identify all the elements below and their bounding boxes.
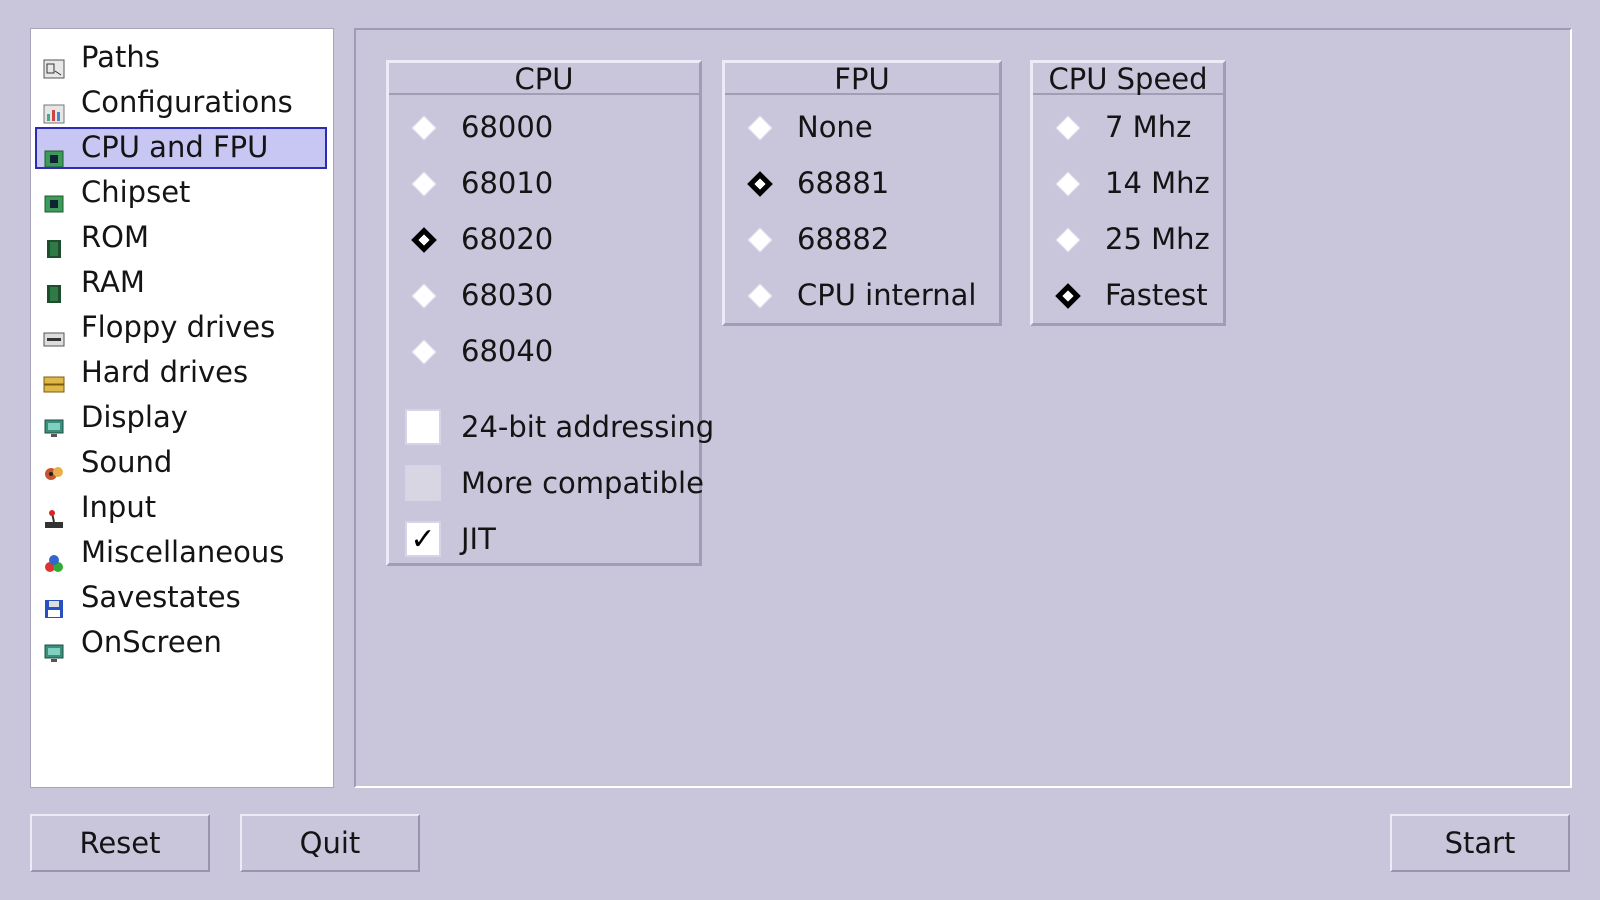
paths-icon: [43, 47, 65, 79]
radio-button[interactable]: [1055, 171, 1081, 197]
sidebar-item-floppy-drives[interactable]: Floppy drives: [31, 305, 333, 350]
radio-button-selected[interactable]: [411, 227, 437, 253]
sidebar-item-label: Floppy drives: [81, 310, 276, 344]
sidebar-item-label: Display: [81, 400, 188, 434]
option-label: 68040: [461, 334, 554, 368]
radio-button[interactable]: [1055, 115, 1081, 141]
misc-icon: [43, 542, 65, 572]
quit-button[interactable]: Quit: [240, 814, 420, 872]
cpu-speed-group: CPU Speed 7 Mhz 14 Mhz 25 Mhz Fastest: [1030, 60, 1226, 326]
sidebar-item-label: Hard drives: [81, 355, 249, 389]
checkbox-label: 24-bit addressing: [461, 410, 715, 444]
radio-button[interactable]: [1055, 227, 1081, 253]
radio-button[interactable]: [411, 115, 437, 141]
checkmark-icon: ✓: [410, 522, 436, 557]
sidebar-item-label: Miscellaneous: [81, 535, 285, 569]
radio-button[interactable]: [411, 283, 437, 309]
hard-drive-icon: [43, 362, 65, 393]
checkbox-label: More compatible: [461, 466, 704, 500]
sidebar-item-sound[interactable]: Sound: [31, 440, 333, 485]
option-label: 14 Mhz: [1105, 166, 1210, 200]
reset-button[interactable]: Reset: [30, 814, 210, 872]
sidebar-item-onscreen[interactable]: OnScreen: [31, 620, 333, 665]
sidebar-item-hard-drives[interactable]: Hard drives: [31, 350, 333, 395]
sidebar-item-label: OnScreen: [81, 625, 222, 659]
option-label: 7 Mhz: [1105, 110, 1192, 144]
sidebar-item-miscellaneous[interactable]: Miscellaneous: [31, 530, 333, 575]
fpu-group-title: FPU: [725, 63, 999, 95]
radio-button[interactable]: [411, 171, 437, 197]
configurations-icon: [43, 92, 65, 124]
sidebar-item-chipset[interactable]: Chipset: [31, 170, 333, 215]
radio-button[interactable]: [747, 227, 773, 253]
floppy-drive-icon: [43, 317, 65, 347]
sidebar-item-savestates[interactable]: Savestates: [31, 575, 333, 620]
option-label: 68882: [797, 222, 890, 256]
sidebar-item-configurations[interactable]: Configurations: [31, 80, 333, 125]
start-button[interactable]: Start: [1390, 814, 1570, 872]
checkbox-label: JIT: [461, 522, 496, 556]
sidebar-item-label: Savestates: [81, 580, 241, 614]
joystick-icon: [43, 497, 65, 528]
sidebar-item-label: Sound: [81, 445, 173, 479]
sidebar-item-cpu-and-fpu[interactable]: CPU and FPU: [31, 125, 333, 170]
cpu-speed-group-title: CPU Speed: [1033, 63, 1223, 95]
checkbox-disabled[interactable]: [405, 465, 441, 501]
option-label: 68030: [461, 278, 554, 312]
floppy-disk-icon: [43, 587, 65, 618]
sidebar-item-rom[interactable]: ROM: [31, 215, 333, 260]
option-label: Fastest: [1105, 278, 1208, 312]
checkbox-checked[interactable]: ✓: [405, 521, 441, 557]
option-label: 68000: [461, 110, 554, 144]
option-label: None: [797, 110, 873, 144]
chip-icon: [43, 137, 65, 168]
settings-panel: CPU 68000 68010 68020 68030 68040 24-bit…: [354, 28, 1572, 788]
radio-button[interactable]: [747, 283, 773, 309]
option-label: 25 Mhz: [1105, 222, 1210, 256]
sidebar-item-ram[interactable]: RAM: [31, 260, 333, 305]
rom-icon: [43, 227, 65, 258]
ram-icon: [43, 272, 65, 303]
radio-button[interactable]: [411, 339, 437, 365]
monitor-icon: [43, 632, 65, 662]
sidebar-item-label: Input: [81, 490, 157, 524]
sidebar-item-input[interactable]: Input: [31, 485, 333, 530]
option-label: CPU internal: [797, 278, 977, 312]
fpu-group: FPU None 68881 68882 CPU internal: [722, 60, 1002, 326]
cpu-group: CPU 68000 68010 68020 68030 68040 24-bit…: [386, 60, 714, 566]
sidebar-item-label: CPU and FPU: [81, 130, 269, 164]
sidebar-item-label: Paths: [81, 40, 160, 74]
sidebar-item-display[interactable]: Display: [31, 395, 333, 440]
chip-icon: [43, 182, 65, 213]
option-label: 68881: [797, 166, 890, 200]
monitor-icon: [43, 407, 65, 437]
sidebar-item-label: Configurations: [81, 85, 293, 119]
sidebar-item-label: RAM: [81, 265, 145, 299]
cpu-group-title: CPU: [389, 63, 699, 95]
sidebar-item-label: ROM: [81, 220, 149, 254]
sound-icon: [43, 452, 65, 480]
radio-button-selected[interactable]: [1055, 283, 1081, 309]
radio-button[interactable]: [747, 115, 773, 141]
sidebar-item-label: Chipset: [81, 175, 191, 209]
option-label: 68020: [461, 222, 554, 256]
radio-button-selected[interactable]: [747, 171, 773, 197]
sidebar-item-paths[interactable]: Paths: [31, 35, 333, 80]
settings-category-list: Paths Configurations CPU and FPU Chipset…: [30, 28, 334, 788]
option-label: 68010: [461, 166, 554, 200]
checkbox[interactable]: [405, 409, 441, 445]
